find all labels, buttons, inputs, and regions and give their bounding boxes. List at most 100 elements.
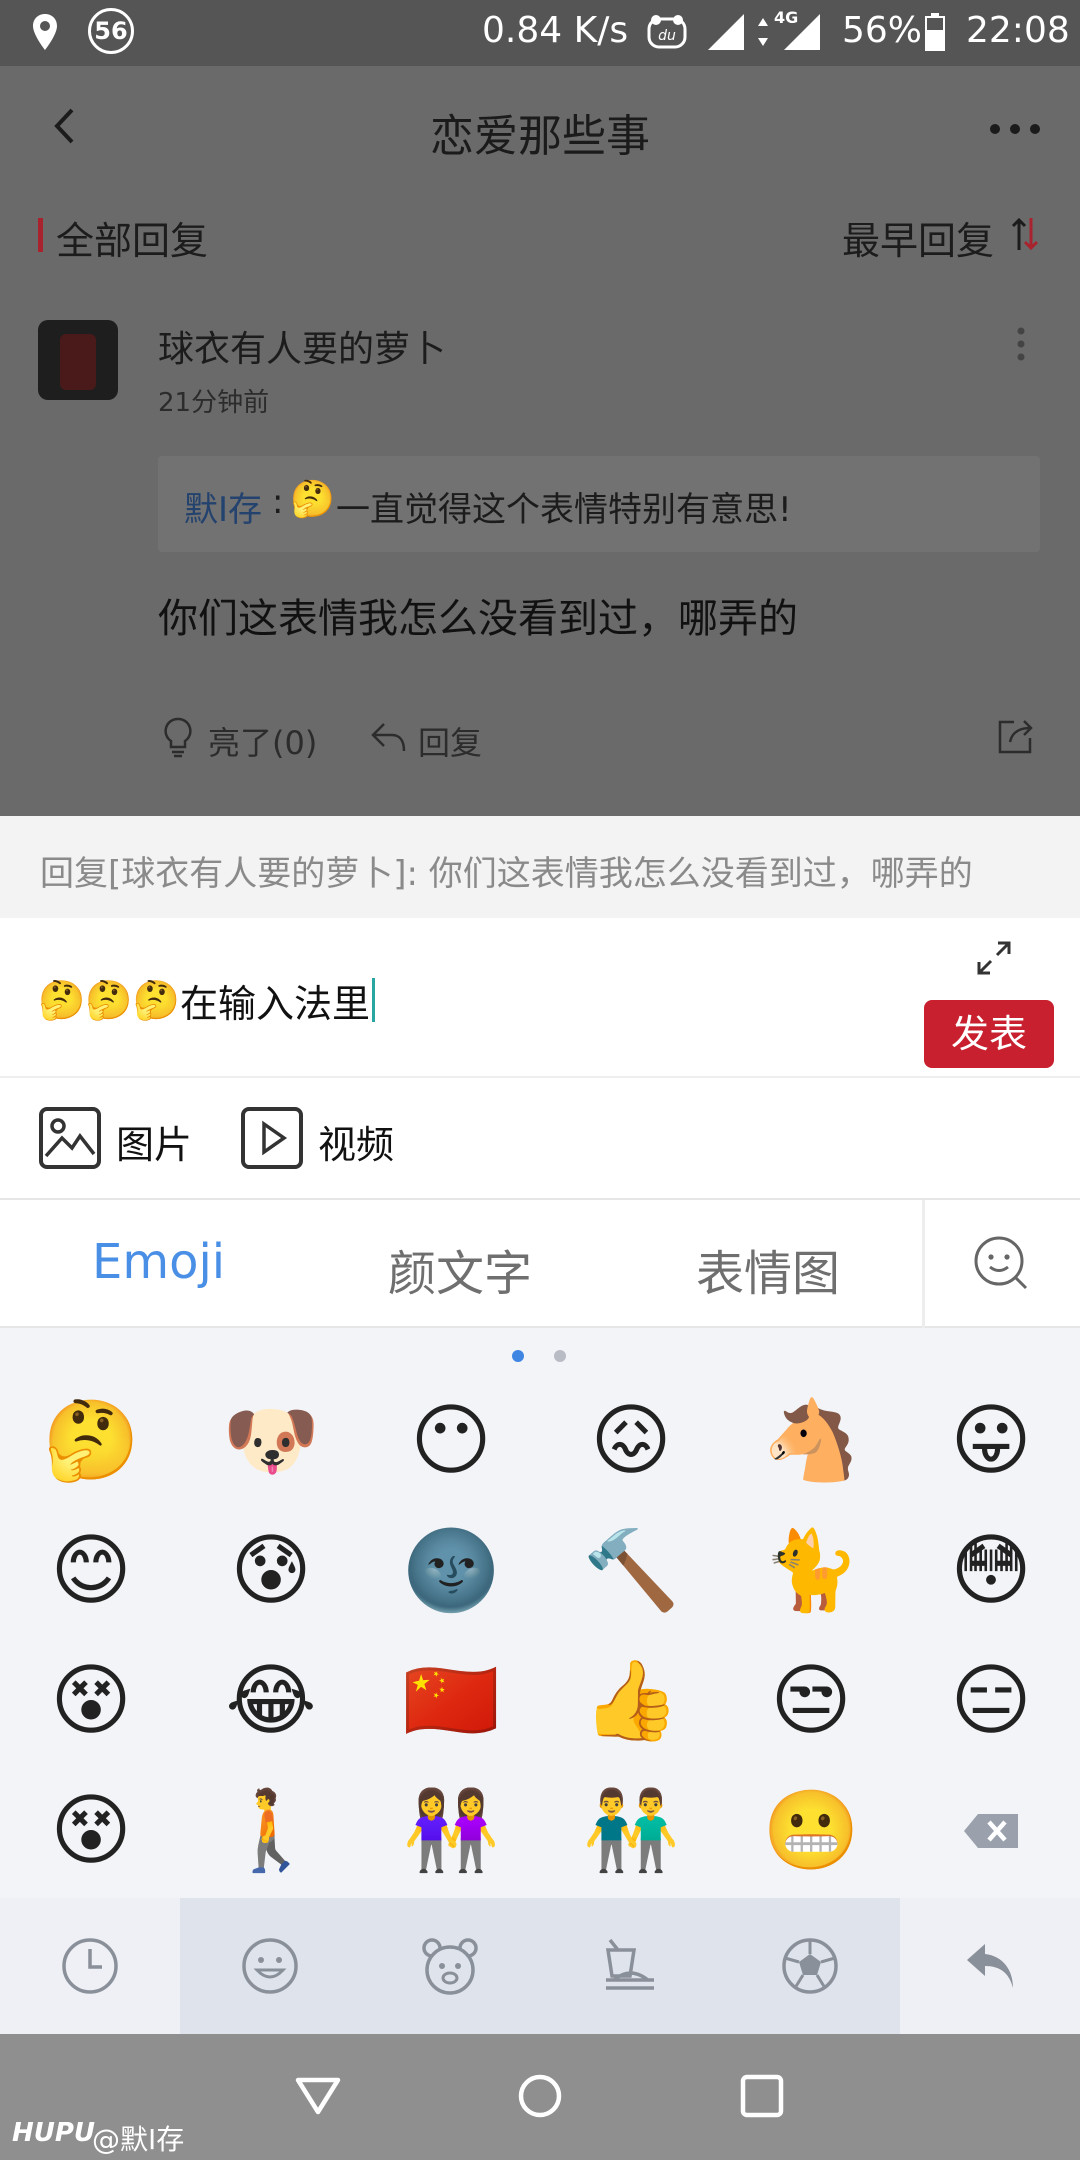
updown-arrows-icon (756, 12, 770, 52)
category-return[interactable] (900, 1898, 1080, 2034)
clock-icon (60, 1936, 120, 1996)
nav-back-icon[interactable] (294, 2076, 342, 2116)
emoji-key[interactable]: 😑 (936, 1646, 1046, 1756)
emoji-grid: 🤔 🐶 😶 😖 🐴 😛 😊 😰 🌚 🔨 🐈 😳 😵 😂 🇨🇳 👍 😒 😑 😵 🚶 👭 👬 😬 (0, 1328, 1080, 1898)
emoji-key[interactable]: 🇨🇳 (396, 1646, 506, 1756)
more-menu-button[interactable] (988, 122, 1042, 136)
reply-input[interactable]: 🤔🤔🤔 在输入法里 (38, 972, 375, 1028)
send-button[interactable]: 发表 (924, 1000, 1054, 1068)
page-dot[interactable] (554, 1350, 566, 1362)
du-app-icon: du (646, 14, 688, 50)
category-recent[interactable] (0, 1898, 180, 2034)
quoted-reply: 默I存 : 🤔 一直觉得这个表情特别有意思! (158, 456, 1040, 552)
smiley-face-icon[interactable] (972, 1234, 1030, 1292)
wifi-signal-icon (706, 12, 746, 52)
smiley-icon (240, 1936, 300, 1996)
sort-toggle-icon[interactable] (1010, 216, 1040, 252)
emoji-key[interactable]: 🐶 (216, 1386, 326, 1496)
emoji-key[interactable]: 🔨 (576, 1516, 686, 1626)
input-emojis: 🤔🤔🤔 (38, 977, 180, 1022)
page-dot-active[interactable] (512, 1350, 524, 1362)
svg-text:du: du (658, 28, 676, 44)
section-title: 全部回复 (56, 219, 209, 263)
emoji-key[interactable]: 😬 (756, 1776, 866, 1886)
emoji-key[interactable]: 😊 (36, 1516, 146, 1626)
category-faces[interactable] (180, 1898, 360, 2034)
like-count[interactable]: 亮了(0) (208, 718, 317, 764)
tab-stickers[interactable]: 表情图 (696, 1234, 840, 1304)
emoji-key[interactable]: 😵 (36, 1776, 146, 1886)
category-food[interactable] (540, 1898, 720, 2034)
reply-editor[interactable]: 🤔🤔🤔 在输入法里 发表 (0, 918, 1080, 1078)
category-animals[interactable] (360, 1898, 540, 2034)
emoji-key[interactable]: 😰 (216, 1516, 326, 1626)
location-icon (30, 12, 60, 52)
reply-arrow-icon[interactable] (370, 720, 406, 754)
tab-emoji[interactable]: Emoji (92, 1234, 225, 1290)
reply-target-hint: 回复[球衣有人要的萝卜]: 你们这表情我怎么没看到过，哪弄的 (0, 816, 1080, 918)
nav-home-icon[interactable] (516, 2072, 564, 2120)
backspace-icon[interactable] (962, 1812, 1020, 1850)
cell-signal-icon (782, 12, 822, 52)
reply-label[interactable]: 回复 (418, 718, 482, 764)
bear-icon (418, 1936, 482, 1996)
emoji-key[interactable]: 😒 (756, 1646, 866, 1756)
system-nav-bar: HUPU @默I存 (0, 2034, 1080, 2160)
category-activity[interactable] (720, 1898, 900, 2034)
emoji-key[interactable]: 🤔 (36, 1386, 146, 1496)
share-icon[interactable] (996, 716, 1036, 756)
page-title: 恋爱那些事 (430, 111, 650, 162)
network-speed: 0.84 K/s (482, 10, 629, 51)
emoji-key[interactable]: 😵 (36, 1646, 146, 1756)
quote-username[interactable]: 默I存 (184, 482, 262, 531)
text-cursor (371, 978, 375, 1022)
comment-card: 球衣有人要的萝卜 21分钟前 默I存 : 🤔 一直觉得这个表情特别有意思! 你们… (0, 296, 1080, 816)
video-icon[interactable] (240, 1106, 304, 1170)
emoji-key[interactable]: 🌚 (396, 1516, 506, 1626)
emoji-key[interactable]: 🚶 (216, 1776, 326, 1886)
sort-order-label[interactable]: 最早回复 (842, 210, 994, 265)
emoji-key[interactable]: 🐈 (756, 1516, 866, 1626)
image-icon[interactable] (38, 1106, 102, 1170)
emoji-key[interactable]: 👭 (396, 1776, 506, 1886)
emoji-key[interactable]: 😳 (936, 1516, 1046, 1626)
image-label[interactable]: 图片 (116, 1114, 192, 1169)
nav-bar: 恋爱那些事 (0, 66, 1080, 186)
notification-count-badge: 56 (88, 8, 134, 54)
emoji-key[interactable]: 😖 (576, 1386, 686, 1496)
emoji-key[interactable]: 😛 (936, 1386, 1046, 1496)
battery-icon (924, 12, 946, 52)
watermark-handle: @默I存 (92, 2123, 185, 2156)
expand-icon[interactable] (976, 940, 1012, 976)
soccer-ball-icon (780, 1936, 840, 1996)
emoji-category-bar (0, 1898, 1080, 2034)
sort-bar: 全部回复 最早回复 (0, 186, 1080, 296)
comment-time: 21分钟前 (158, 388, 270, 418)
watermark-brand: HUPU (12, 2118, 96, 2148)
comment-body: 你们这表情我怎么没看到过，哪弄的 (158, 596, 798, 642)
clock: 22:08 (966, 10, 1070, 51)
status-bar: 56 0.84 K/s du 4G 56% 22:08 (0, 0, 1080, 66)
emoji-key[interactable]: 👬 (576, 1776, 686, 1886)
lightbulb-icon[interactable] (162, 716, 194, 758)
emoji-key[interactable]: 👍 (576, 1646, 686, 1756)
emoji-key[interactable]: 😶 (396, 1386, 506, 1496)
avatar[interactable] (38, 320, 118, 400)
quote-separator: : (272, 482, 284, 522)
emoji-key[interactable]: 😂 (216, 1646, 326, 1756)
section-marker (38, 218, 43, 252)
tab-kaomoji[interactable]: 颜文字 (388, 1234, 532, 1304)
tab-divider (922, 1200, 925, 1328)
battery-percent: 56% (842, 10, 923, 51)
video-label[interactable]: 视频 (318, 1114, 394, 1169)
quote-text: 一直觉得这个表情特别有意思! (336, 490, 792, 530)
attachment-bar: 图片 视频 (0, 1078, 1080, 1200)
comment-more-icon[interactable] (1016, 326, 1026, 362)
quote-thinking-emoji: 🤔 (290, 479, 335, 520)
input-text: 在输入法里 (179, 981, 370, 1026)
emoji-tabs: Emoji 颜文字 表情图 (0, 1200, 1080, 1328)
return-arrow-icon (963, 1940, 1017, 1992)
comment-username[interactable]: 球衣有人要的萝卜 (158, 320, 446, 372)
nav-recents-icon[interactable] (740, 2074, 784, 2118)
emoji-key[interactable]: 🐴 (756, 1386, 866, 1496)
